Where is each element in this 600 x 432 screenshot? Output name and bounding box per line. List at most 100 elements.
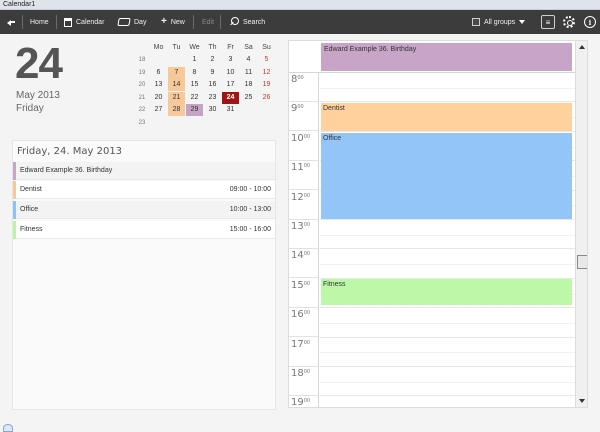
hour-label: 900 bbox=[289, 102, 318, 132]
half-hour-gridline bbox=[320, 381, 575, 383]
window-titlebar: Calendar1 bbox=[0, 0, 600, 10]
all-groups-label: All groups bbox=[484, 18, 516, 26]
back-arrow-icon bbox=[6, 17, 16, 27]
mini-calendar-day[interactable]: 7 bbox=[168, 66, 185, 79]
mini-calendar-day bbox=[150, 117, 167, 129]
mini-calendar-day[interactable]: 23 bbox=[204, 92, 221, 104]
mini-calendar-day[interactable]: 29 bbox=[186, 104, 203, 116]
mini-calendar-day bbox=[258, 104, 275, 116]
timeline-event-fitness[interactable]: Fitness bbox=[321, 279, 572, 305]
hour-label: 1600 bbox=[289, 308, 318, 338]
half-hour-gridline bbox=[320, 234, 575, 236]
search-button[interactable]: Search bbox=[229, 10, 265, 34]
mini-calendar-day[interactable]: 28 bbox=[168, 104, 185, 116]
chevron-down-icon bbox=[519, 20, 526, 24]
mini-calendar-day[interactable]: 10 bbox=[222, 67, 239, 79]
event-name: Edward Example 36. Birthday bbox=[20, 167, 113, 174]
mini-calendar-day[interactable]: 31 bbox=[222, 104, 239, 116]
mini-calendar-day[interactable]: 17 bbox=[222, 79, 239, 91]
mini-calendar-day[interactable]: 2 bbox=[204, 54, 221, 66]
mini-calendar-day[interactable]: 13 bbox=[150, 79, 167, 91]
mini-calendar-day[interactable]: 11 bbox=[240, 67, 257, 79]
all-groups-dropdown[interactable]: All groups bbox=[472, 10, 526, 34]
mini-calendar-day[interactable]: 8 bbox=[186, 67, 203, 79]
mini-calendar-day[interactable]: 1 bbox=[186, 54, 203, 66]
mini-calendar-day[interactable]: 5 bbox=[258, 54, 275, 66]
timeline-event-office[interactable]: Office bbox=[321, 133, 572, 219]
toolbar-divider bbox=[193, 15, 194, 29]
settings-button[interactable] bbox=[563, 10, 575, 34]
list-item[interactable]: Fitness 15:00 - 16:00 bbox=[13, 221, 275, 239]
hour-minutes: 00 bbox=[297, 104, 304, 111]
hour-number: 14 bbox=[291, 250, 304, 262]
vertical-scrollbar[interactable] bbox=[575, 41, 587, 407]
mini-calendar-day[interactable]: 26 bbox=[258, 92, 275, 104]
mini-calendar-day[interactable]: 19 bbox=[258, 79, 275, 91]
home-button[interactable]: Home bbox=[30, 10, 49, 34]
mini-calendar-day[interactable]: 4 bbox=[240, 54, 257, 66]
hour-label: 1700 bbox=[289, 338, 318, 367]
mini-calendar-day[interactable]: 12 bbox=[258, 67, 275, 79]
hour-label: 1400 bbox=[289, 249, 318, 279]
back-button[interactable] bbox=[6, 10, 16, 34]
mini-calendar-day[interactable]: 20 bbox=[150, 92, 167, 104]
scroll-down-arrow-icon[interactable] bbox=[579, 399, 585, 403]
selected-weekday: Friday bbox=[16, 103, 44, 114]
calendar-button[interactable]: Calendar bbox=[64, 10, 104, 34]
mini-calendar-day[interactable]: 25 bbox=[240, 92, 257, 104]
mini-calendar-day bbox=[168, 54, 185, 66]
mini-calendar-day[interactable]: 16 bbox=[204, 79, 221, 91]
mini-calendar-day[interactable]: 21 bbox=[168, 91, 185, 104]
new-button[interactable]: + New bbox=[161, 10, 185, 34]
hour-label: 1500 bbox=[289, 279, 318, 308]
day-label: Day bbox=[134, 18, 147, 26]
list-item[interactable]: Dentist 09:00 - 10:00 bbox=[13, 181, 275, 199]
mini-calendar-week: 23 bbox=[136, 117, 276, 129]
search-label: Search bbox=[243, 18, 266, 26]
scroll-up-arrow-icon[interactable] bbox=[579, 45, 585, 49]
mini-calendar-day[interactable]: 15 bbox=[186, 79, 203, 91]
all-day-event[interactable]: Edward Example 36. Birthday bbox=[321, 43, 572, 71]
scrollbar-thumb[interactable] bbox=[577, 255, 587, 269]
day-view-button[interactable]: Day bbox=[117, 10, 147, 34]
mini-calendar-day[interactable]: 22 bbox=[186, 92, 203, 104]
mini-calendar-day[interactable]: 6 bbox=[150, 67, 167, 79]
day-timeline-view: Edward Example 36. Birthday 800 900 1000 11… bbox=[288, 40, 588, 408]
time-slots[interactable]: Dentist Office Fitness bbox=[320, 73, 575, 407]
mini-calendar-day bbox=[168, 117, 185, 129]
hour-minutes: 00 bbox=[303, 222, 311, 228]
mini-calendar-day bbox=[258, 117, 275, 129]
calendar-icon bbox=[64, 17, 72, 27]
info-button[interactable]: i bbox=[584, 10, 596, 34]
week-number: 23 bbox=[138, 119, 146, 126]
mini-calendar-week: 22 27 28 29 30 31 bbox=[136, 104, 276, 116]
hour-number: 11 bbox=[291, 162, 304, 174]
timeline-event-dentist[interactable]: Dentist bbox=[321, 103, 572, 131]
search-icon bbox=[229, 17, 239, 27]
mini-calendar-day[interactable]: 27 bbox=[150, 104, 167, 116]
mini-calendar-day[interactable]: 18 bbox=[240, 79, 257, 91]
half-hour-gridline bbox=[320, 264, 575, 266]
list-item[interactable]: Edward Example 36. Birthday bbox=[13, 162, 275, 180]
notes-button[interactable]: ≡ bbox=[541, 10, 555, 34]
hour-minutes: 00 bbox=[303, 280, 311, 287]
main-toolbar: Home Calendar Day + New Edit Search All … bbox=[0, 10, 600, 34]
mini-calendar-day bbox=[240, 117, 257, 129]
mini-calendar-day[interactable]: 24 bbox=[222, 91, 239, 104]
edit-label: Edit bbox=[202, 18, 215, 26]
mini-calendar-day[interactable]: 9 bbox=[204, 67, 221, 79]
mini-calendar-day[interactable]: 30 bbox=[204, 104, 221, 116]
hour-minutes: 00 bbox=[303, 163, 311, 170]
hour-label: 1100 bbox=[289, 161, 318, 191]
edit-button[interactable]: Edit bbox=[202, 10, 214, 34]
hour-column: 800 900 1000 1100 1200 1300 1400 1500 1600 1700 18… bbox=[289, 73, 319, 407]
list-item[interactable]: Office 10:00 - 13:00 bbox=[13, 201, 275, 219]
mini-calendar-day[interactable]: 14 bbox=[168, 79, 185, 91]
hour-label: 1200 bbox=[289, 191, 318, 220]
notes-icon: ≡ bbox=[541, 15, 555, 29]
mini-calendar-day[interactable]: 3 bbox=[222, 54, 239, 66]
hour-number: 17 bbox=[291, 338, 304, 350]
event-time: 15:00 - 16:00 bbox=[229, 226, 271, 233]
weekday-header: Fr bbox=[227, 44, 234, 51]
event-name: Office bbox=[20, 206, 39, 213]
